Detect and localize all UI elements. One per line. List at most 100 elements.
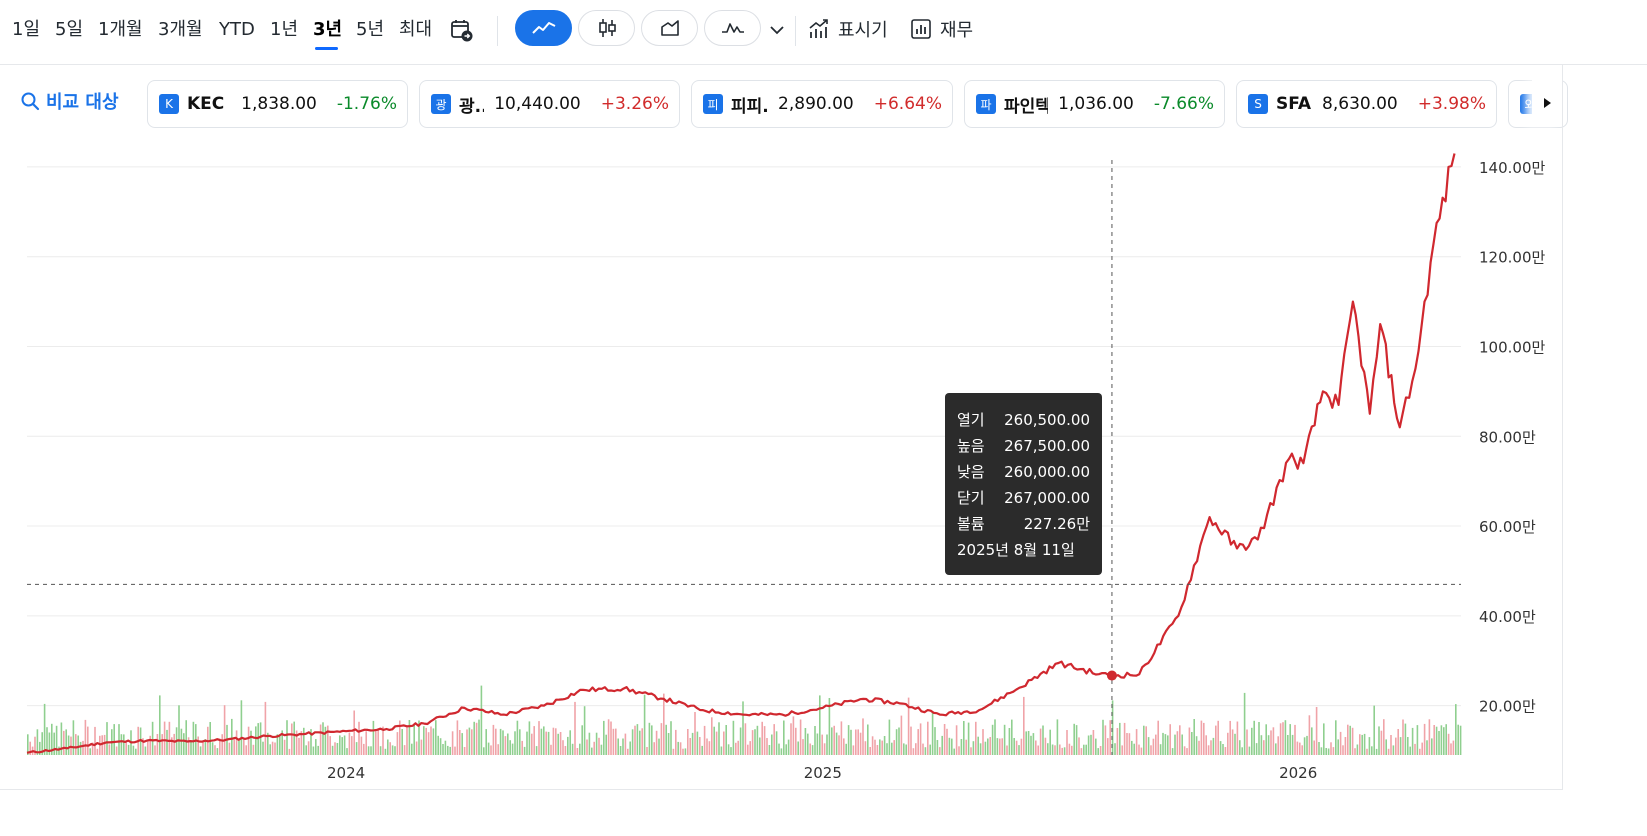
volume-bar: [96, 748, 99, 755]
volume-bar: [1282, 722, 1284, 755]
volume-bar: [1387, 748, 1390, 755]
volume-bar: [1126, 733, 1128, 755]
volume-bar: [816, 733, 819, 755]
volume-bar: [468, 727, 471, 755]
compare-card[interactable]: K KEC 1,838.00 -1.76%: [147, 80, 408, 128]
volume-bar: [538, 721, 540, 755]
volume-bar: [327, 725, 329, 755]
indicators-button[interactable]: 표시기: [808, 14, 888, 44]
volume-bar: [1395, 737, 1397, 755]
trending-chart-icon: [809, 19, 828, 38]
range-button[interactable]: 1개월: [98, 18, 143, 42]
volume-bar: [1457, 724, 1459, 755]
scroll-right-button[interactable]: [1532, 80, 1562, 126]
volume-bar: [651, 725, 653, 755]
volume-bar: [696, 731, 699, 755]
volume-bar: [1090, 734, 1092, 755]
volume-bar: [1188, 727, 1191, 755]
volume-bar: [679, 742, 682, 755]
volume-bar: [1183, 746, 1186, 755]
volume-bar: [579, 743, 581, 755]
mountain-chart-button[interactable]: [704, 10, 761, 46]
volume-bar: [363, 743, 365, 755]
range-button[interactable]: 3개월: [158, 18, 203, 42]
volume-bar: [63, 730, 65, 755]
compare-button[interactable]: 비교 대상: [20, 88, 119, 114]
volume-bar: [936, 740, 939, 755]
volume-bar: [1337, 739, 1339, 755]
candlestick-icon: [598, 19, 616, 37]
ticker-badge: K: [159, 94, 179, 114]
volume-bar: [243, 738, 245, 755]
volume-bar: [372, 720, 375, 755]
tooltip-label: 볼륨: [957, 515, 985, 533]
volume-bar: [737, 740, 739, 755]
volume-bar: [1039, 728, 1042, 755]
volume-bar: [79, 741, 82, 755]
compare-card[interactable]: S SFA... 8,630.00 +3.98%: [1236, 80, 1497, 128]
price-chart[interactable]: 20.00만 40.00만 60.00만 80.00만 100.00만 120.00만 14…: [0, 140, 1562, 790]
compare-card[interactable]: 광 광... 10,440.00 +3.26%: [419, 80, 680, 128]
volume-bar: [941, 735, 943, 755]
volume-bar: [72, 720, 75, 755]
volume-bar: [720, 746, 723, 755]
volume-bar: [339, 735, 341, 755]
volume-bar: [843, 738, 845, 755]
ticker-badge: S: [1248, 94, 1268, 114]
volume-bar: [857, 729, 859, 755]
volume-bar: [965, 739, 967, 755]
bar-chart-icon: [911, 19, 931, 39]
volume-bar: [1234, 733, 1236, 755]
calendar-range-button[interactable]: [449, 17, 475, 43]
chart-type-dropdown[interactable]: [767, 20, 787, 40]
volume-bar: [1143, 725, 1145, 755]
y-tick-label: 140.00만: [1479, 159, 1545, 177]
ticker-name: KEC: [187, 94, 225, 114]
volume-bar: [1306, 735, 1308, 755]
volume-bar: [180, 728, 183, 755]
range-button[interactable]: 3년: [313, 18, 342, 42]
range-button[interactable]: YTD: [219, 18, 255, 42]
volume-bar: [1157, 720, 1159, 755]
volume-bar: [1315, 707, 1318, 755]
ticker-change: -1.76%: [336, 94, 397, 114]
compare-card[interactable]: 파 파인텍 1,036.00 -7.66%: [964, 80, 1225, 128]
volume-bar: [351, 736, 353, 755]
compare-card[interactable]: 피 피피... 2,890.00 +6.64%: [691, 80, 953, 128]
volume-bar: [1272, 727, 1275, 755]
range-button[interactable]: 1일: [12, 18, 40, 42]
volume-bar: [999, 738, 1001, 755]
volume-bar: [401, 729, 403, 755]
area-chart-button[interactable]: [641, 10, 698, 46]
volume-bar: [1421, 742, 1423, 755]
volume-bar: [975, 721, 977, 755]
financials-button[interactable]: 재무: [910, 14, 973, 44]
range-button[interactable]: 5일: [55, 18, 83, 42]
volume-bar: [1404, 723, 1407, 755]
volume-bar: [1383, 719, 1385, 755]
volume-bar: [1210, 740, 1212, 755]
volume-bar: [341, 737, 343, 755]
volume-bar: [581, 725, 583, 755]
volume-bar: [569, 730, 571, 755]
line-chart-button[interactable]: [515, 10, 572, 46]
volume-bar: [725, 725, 727, 755]
tooltip-row: 볼륨 227.26만: [957, 511, 1090, 537]
volume-bar: [1174, 734, 1176, 755]
candlestick-chart-button[interactable]: [578, 10, 635, 46]
volume-bar: [617, 738, 619, 755]
volume-bar: [375, 731, 377, 755]
volume-bar: [989, 737, 991, 755]
volume-bar: [574, 701, 576, 755]
range-button[interactable]: 1년: [270, 18, 298, 42]
volume-bar: [1380, 730, 1383, 755]
volume-bar: [886, 743, 888, 755]
volume-bar: [1114, 743, 1116, 755]
volume-bar: [667, 733, 670, 755]
volume-bar: [852, 745, 855, 755]
volume-bar: [867, 724, 869, 755]
range-button[interactable]: 5년: [356, 18, 384, 42]
range-button[interactable]: 최대: [399, 18, 432, 42]
volume-bar: [427, 732, 430, 755]
volume-bar: [1073, 723, 1075, 755]
